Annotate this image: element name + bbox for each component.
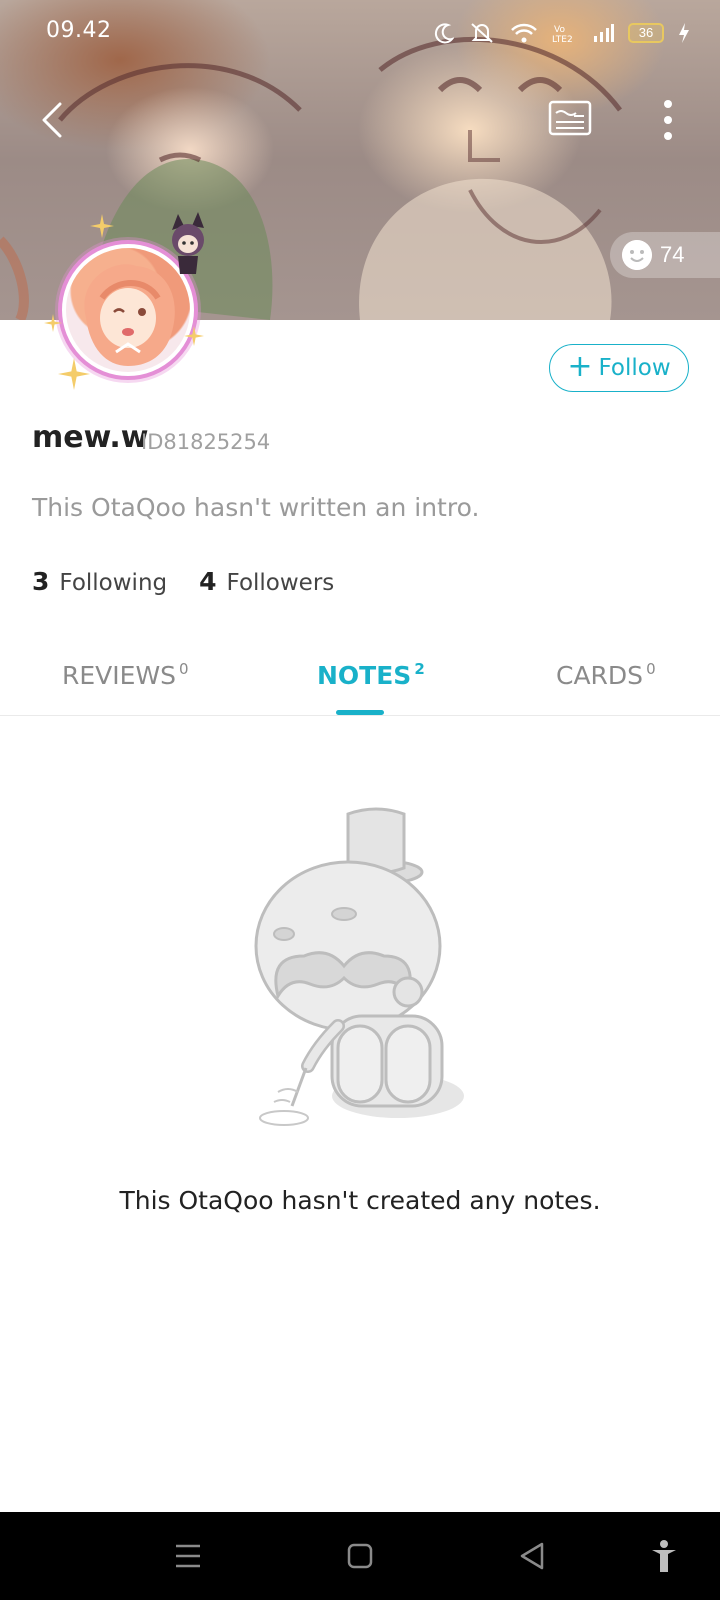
user-id: ID81825254 — [141, 430, 271, 454]
profile-intro: This OtaQoo hasn't written an intro. — [32, 493, 480, 522]
tab-reviews-count: 0 — [179, 660, 189, 678]
mute-bell-icon — [471, 23, 493, 43]
content-tabs: REVIEWS 0 NOTES 2 CARDS 0 — [0, 640, 720, 716]
menu-icon[interactable] — [170, 1538, 206, 1574]
tab-reviews-label: REVIEWS — [62, 661, 177, 690]
plus-icon: + — [567, 348, 593, 384]
follow-label: Follow — [598, 355, 671, 381]
tab-cards-count: 0 — [646, 660, 656, 678]
followers-stat[interactable]: 4 Followers — [199, 567, 334, 596]
username: mew.w — [32, 420, 149, 455]
avatar-sticker — [172, 212, 204, 274]
avatar[interactable] — [44, 210, 214, 390]
system-navigation-bar — [0, 1512, 720, 1600]
follow-button[interactable]: + Follow — [549, 344, 689, 392]
tab-cards[interactable]: CARDS 0 — [556, 660, 656, 690]
back-triangle-icon[interactable] — [514, 1538, 550, 1574]
following-count: 3 — [32, 567, 50, 596]
tab-notes-label: NOTES — [317, 661, 412, 690]
home-square-icon[interactable] — [342, 1538, 378, 1574]
battery-indicator: 36 — [628, 23, 664, 43]
wifi-icon — [511, 23, 537, 43]
likes-chip[interactable]: 74 — [610, 232, 720, 278]
followers-label: Followers — [226, 570, 335, 596]
sparkle-icon — [90, 214, 114, 238]
svg-text:LTE2: LTE2 — [552, 35, 573, 44]
followers-count: 4 — [199, 567, 217, 596]
likes-count: 74 — [660, 242, 685, 267]
following-label: Following — [59, 570, 168, 596]
tab-notes-count: 2 — [414, 660, 425, 678]
back-arrow-icon[interactable] — [34, 96, 74, 144]
sparkle-icon — [58, 358, 90, 390]
volte-icon: VoLTE2 — [552, 25, 573, 44]
following-stat[interactable]: 3 Following — [32, 567, 167, 596]
charging-bolt-icon — [679, 23, 689, 43]
status-bar: 09.42 Vo LTE2 36 — [0, 0, 720, 64]
empty-state-message: This OtaQoo hasn't created any notes. — [119, 1186, 601, 1215]
status-time: 09.42 — [46, 18, 112, 43]
sparkle-icon — [44, 314, 62, 332]
sparkle-icon — [184, 326, 204, 346]
tab-cards-label: CARDS — [556, 661, 644, 690]
smile-icon — [622, 240, 652, 270]
more-vertical-icon[interactable] — [656, 96, 680, 144]
status-icons: Vo LTE2 36 — [434, 20, 690, 46]
profile-card-icon[interactable] — [548, 100, 592, 136]
svg-text:Vo: Vo — [554, 25, 565, 35]
signal-icon — [594, 24, 614, 42]
profile-stats: 3 Following 4 Followers — [32, 567, 334, 596]
active-tab-indicator — [336, 710, 384, 715]
tab-notes[interactable]: NOTES 2 — [317, 660, 425, 690]
empty-state-illustration — [254, 807, 464, 1126]
accessibility-icon[interactable] — [646, 1538, 682, 1574]
tab-reviews[interactable]: REVIEWS 0 — [62, 660, 189, 690]
moon-icon — [434, 23, 454, 44]
